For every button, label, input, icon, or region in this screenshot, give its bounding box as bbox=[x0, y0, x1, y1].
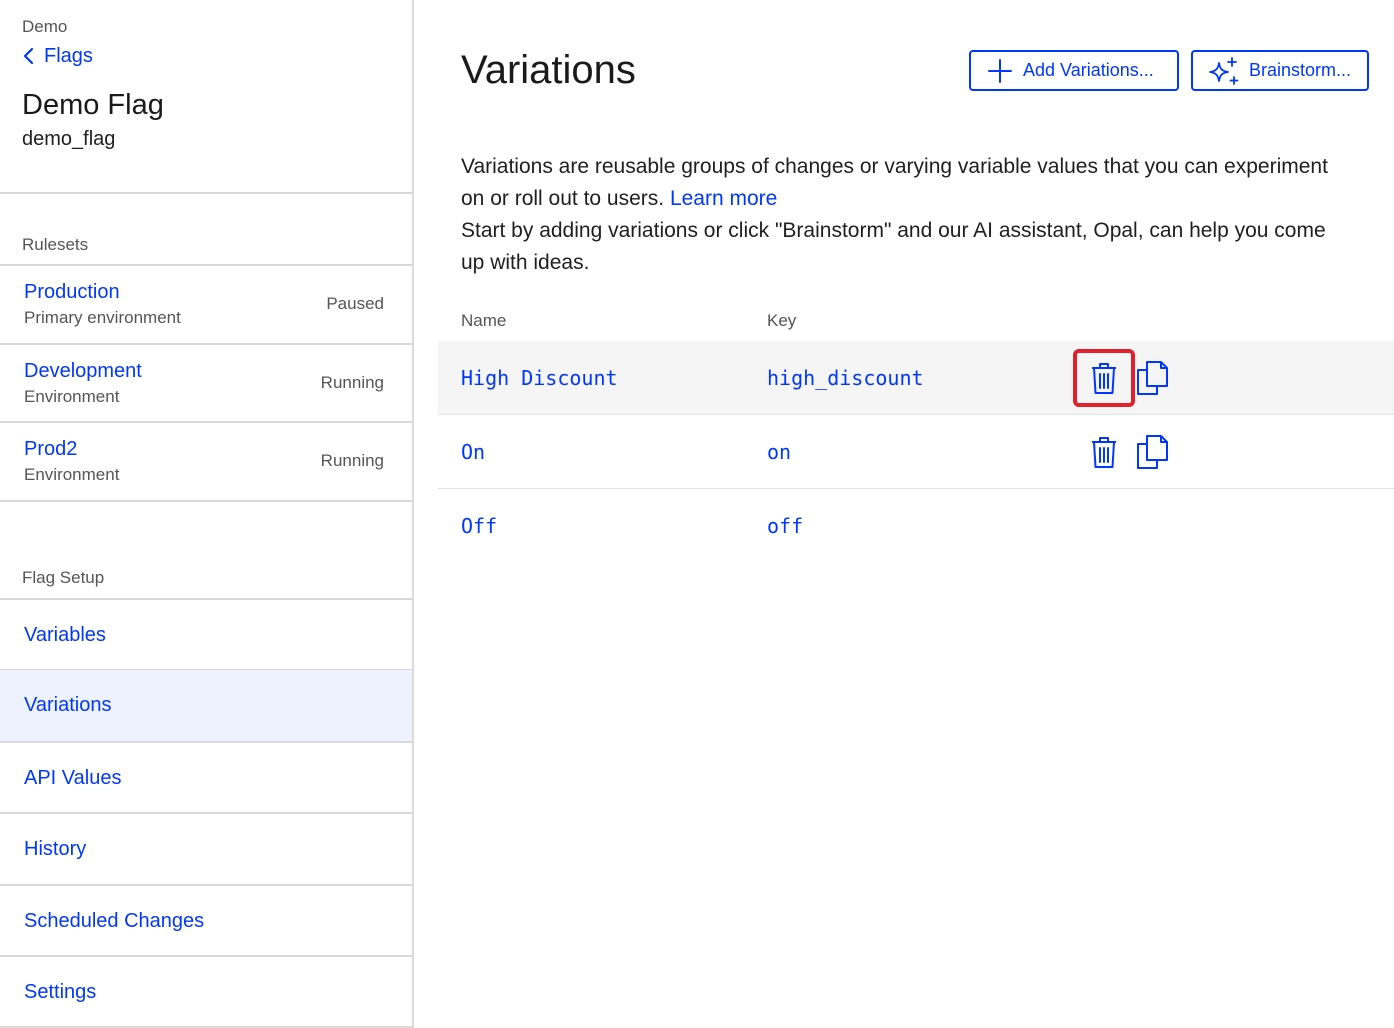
ruleset-subtitle: Environment bbox=[24, 387, 120, 406]
flag-key: demo_flag bbox=[22, 128, 116, 150]
project-name: Demo bbox=[22, 17, 68, 36]
back-link-label: Flags bbox=[44, 45, 93, 67]
variation-name: High Discount bbox=[461, 366, 618, 390]
sidebar-item-history[interactable]: History bbox=[0, 814, 412, 885]
back-to-flags-link[interactable]: Flags bbox=[22, 44, 93, 68]
chevron-left-icon bbox=[23, 47, 34, 65]
app-root: Demo Flags Demo Flag demo_flag Rulesets … bbox=[0, 0, 1394, 1028]
variation-name: On bbox=[461, 440, 486, 464]
rulesets-heading: Rulesets bbox=[22, 235, 89, 254]
copy-variation-button[interactable] bbox=[1134, 432, 1170, 472]
ruleset-subtitle: Primary environment bbox=[24, 308, 181, 327]
trash-icon bbox=[1092, 363, 1116, 394]
column-header-name: Name bbox=[461, 311, 507, 330]
table-row[interactable]: On on bbox=[438, 415, 1394, 489]
brainstorm-label: Brainstorm... bbox=[1249, 60, 1352, 80]
description-line-1: Variations are reusable groups of change… bbox=[461, 155, 1328, 210]
add-variations-label: Add Variations... bbox=[1023, 60, 1154, 80]
plus-icon bbox=[988, 58, 1012, 83]
learn-more-link[interactable]: Learn more bbox=[670, 187, 777, 210]
sidebar-item-scheduled-changes[interactable]: Scheduled Changes bbox=[0, 886, 412, 957]
ruleset-subtitle: Environment bbox=[24, 465, 120, 484]
flag-setup-heading: Flag Setup bbox=[22, 568, 105, 587]
trash-icon bbox=[1092, 437, 1116, 468]
description: Variations are reusable groups of change… bbox=[461, 151, 1351, 279]
copy-variation-button[interactable] bbox=[1134, 358, 1170, 398]
table-row[interactable]: Off off bbox=[438, 489, 1394, 563]
delete-variation-button[interactable] bbox=[1086, 358, 1122, 398]
sidebar: Demo Flags Demo Flag demo_flag Rulesets … bbox=[0, 0, 414, 1028]
variation-key: off bbox=[767, 514, 804, 538]
ruleset-name: Development bbox=[24, 360, 142, 382]
sidebar-item-variations[interactable]: Variations bbox=[0, 670, 412, 741]
table-row[interactable]: High Discount high_discount bbox=[438, 341, 1394, 415]
variation-key: high_discount bbox=[767, 366, 924, 390]
ruleset-status: Running bbox=[320, 451, 384, 470]
ruleset-name: Production bbox=[24, 281, 120, 303]
sidebar-item-variables[interactable]: Variables bbox=[0, 600, 412, 671]
ruleset-status: Paused bbox=[326, 294, 384, 313]
sidebar-item-settings[interactable]: Settings bbox=[0, 957, 412, 1028]
sidebar-item-api-values[interactable]: API Values bbox=[0, 743, 412, 814]
ruleset-production[interactable]: Production Primary environment Paused bbox=[0, 266, 412, 344]
flag-title: Demo Flag bbox=[22, 89, 164, 121]
ruleset-status: Running bbox=[320, 373, 384, 392]
delete-variation-button[interactable] bbox=[1086, 432, 1122, 472]
ruleset-development[interactable]: Development Environment Running bbox=[0, 345, 412, 423]
variation-key: on bbox=[767, 440, 792, 464]
variation-name: Off bbox=[461, 514, 498, 538]
description-line-2: Start by adding variations or click "Bra… bbox=[461, 219, 1326, 274]
ruleset-name: Prod2 bbox=[24, 438, 78, 460]
copy-icon bbox=[1137, 361, 1168, 395]
page-title: Variations bbox=[461, 48, 636, 92]
add-variations-button[interactable]: Add Variations... bbox=[969, 50, 1179, 91]
sparkle-icon bbox=[1209, 56, 1239, 85]
divider bbox=[0, 192, 412, 194]
copy-icon bbox=[1137, 435, 1168, 469]
column-header-key: Key bbox=[767, 311, 797, 330]
ruleset-prod2[interactable]: Prod2 Environment Running bbox=[0, 423, 412, 501]
divider bbox=[0, 500, 412, 502]
brainstorm-button[interactable]: Brainstorm... bbox=[1191, 50, 1369, 91]
